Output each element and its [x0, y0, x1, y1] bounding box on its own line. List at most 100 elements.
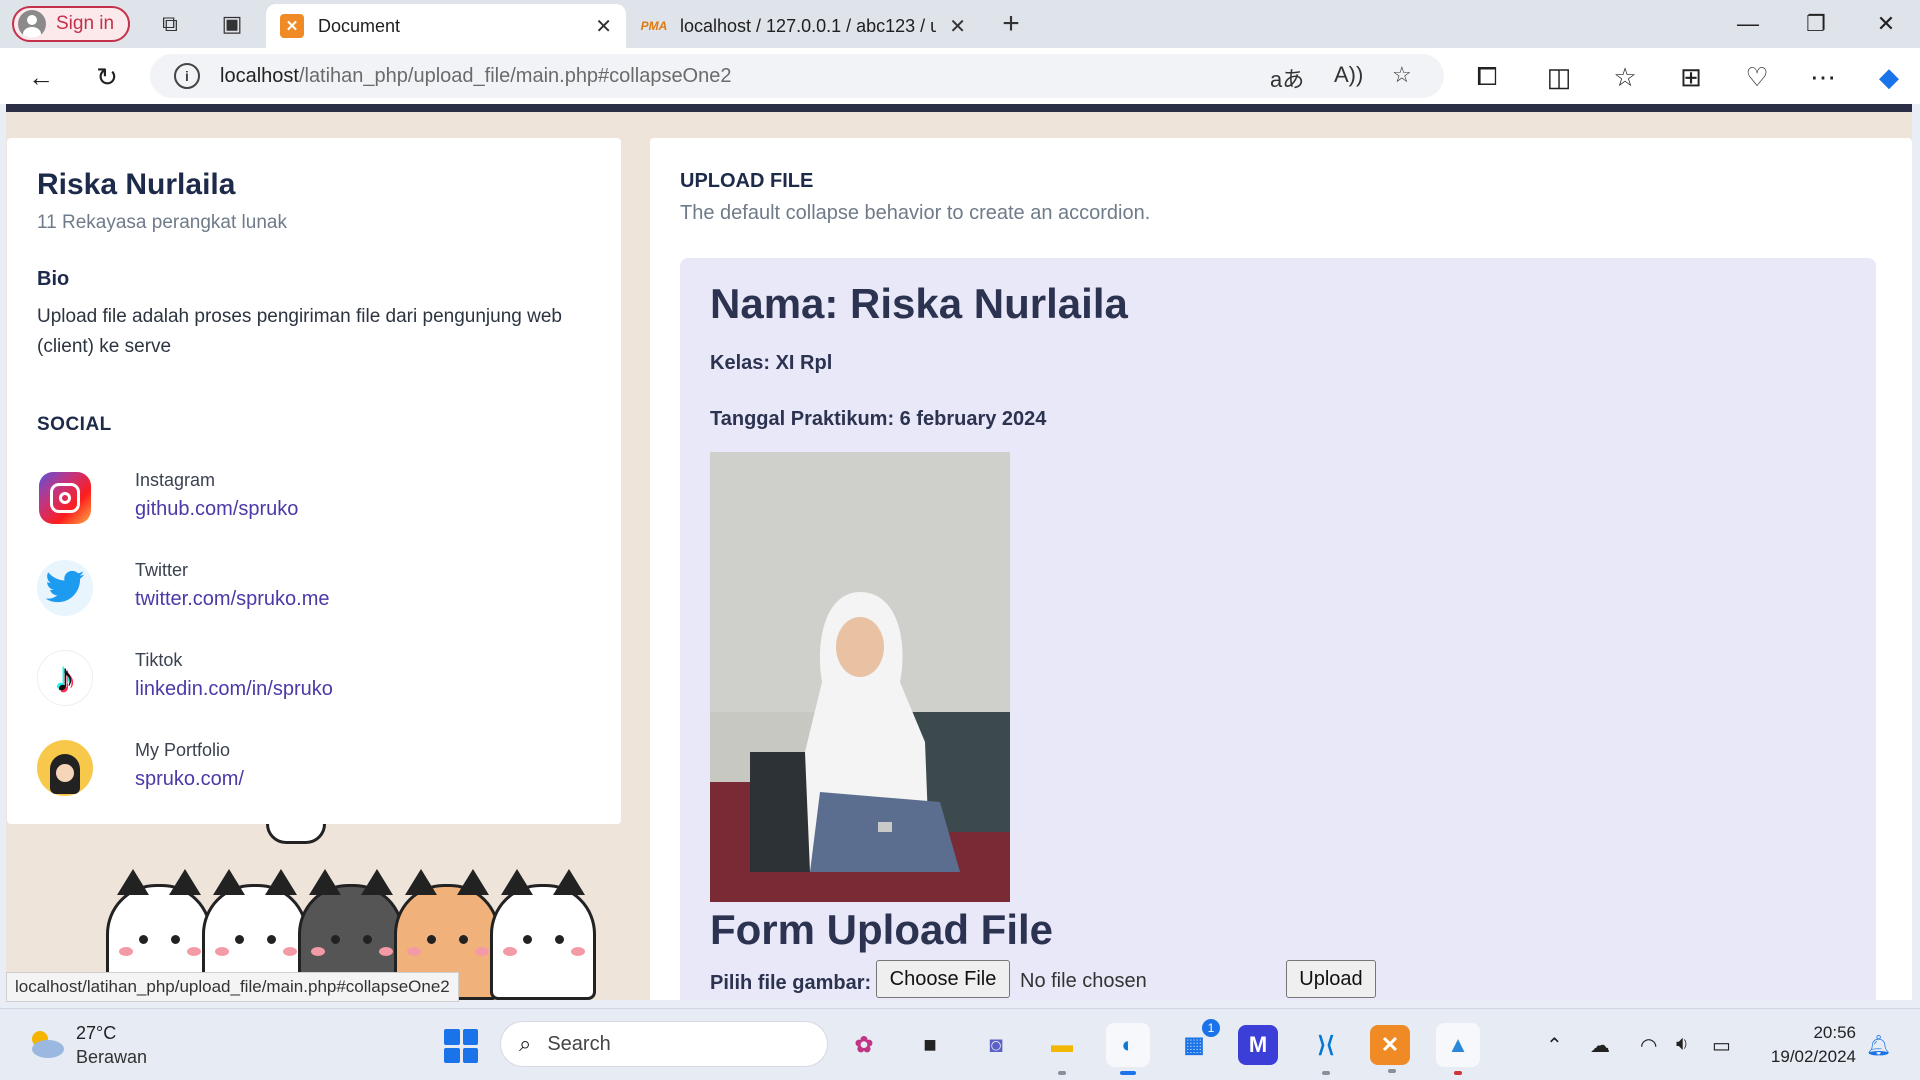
copilot-icon[interactable]: ◆: [1872, 60, 1906, 94]
windows-taskbar: 27°C Berawan ⌕ Search ✿ ■ ◙ ▬ ◐ ▦ 1 M ⟩⟨ …: [0, 1008, 1920, 1080]
notification-bell-icon[interactable]: 🔔︎: [1866, 1033, 1891, 1058]
minimize-icon[interactable]: —: [1718, 8, 1778, 40]
xampp-icon[interactable]: ✕: [1370, 1025, 1410, 1073]
wifi-icon[interactable]: ◠: [1640, 1033, 1657, 1058]
vscode-icon[interactable]: ⟩⟨: [1304, 1023, 1348, 1075]
terminal-icon[interactable]: ■: [908, 1023, 952, 1067]
restore-icon[interactable]: ❐: [1786, 8, 1846, 40]
temperature: 27°C: [76, 1023, 117, 1043]
social-link[interactable]: twitter.com/spruko.me: [135, 588, 330, 611]
section-heading: UPLOAD FILE: [680, 170, 814, 192]
file-explorer-icon[interactable]: ▬: [1040, 1023, 1084, 1075]
more-options-icon[interactable]: ⋯: [1806, 60, 1840, 94]
url-host: localhost: [220, 64, 299, 87]
social-link[interactable]: spruko.com/: [135, 768, 244, 791]
split-screen-icon[interactable]: ◫: [1542, 60, 1576, 94]
tab-phpmyadmin[interactable]: PMA localhost / 127.0.0.1 / abc123 / u ✕: [628, 4, 980, 48]
social-link[interactable]: linkedin.com/in/spruko: [135, 678, 333, 701]
social-item-portfolio: My Portfolio spruko.com/: [37, 740, 597, 802]
show-hidden-icons-icon[interactable]: ⌃: [1546, 1033, 1563, 1058]
store-badge: 1: [1202, 1019, 1220, 1037]
upload-button[interactable]: Upload: [1286, 960, 1376, 998]
page-top-border: [6, 104, 1912, 112]
social-label: Tiktok: [135, 650, 183, 670]
weather-condition: Berawan: [76, 1047, 148, 1067]
student-class: Kelas: XI Rpl: [710, 352, 833, 374]
section-description: The default collapse behavior to create …: [680, 202, 1151, 224]
taskbar-search[interactable]: ⌕ Search: [500, 1021, 828, 1067]
onedrive-icon[interactable]: ☁: [1590, 1033, 1610, 1058]
choose-file-button[interactable]: Choose File: [876, 960, 1010, 998]
bio-heading: Bio: [37, 268, 70, 290]
phpmyadmin-favicon-icon: PMA: [640, 19, 668, 33]
student-photo: [710, 452, 1010, 902]
edge-browser-icon[interactable]: ◐: [1106, 1023, 1150, 1075]
url-path: /latihan_php/upload_file/main.php#collap…: [298, 64, 732, 87]
sign-in-button[interactable]: Sign in: [12, 6, 130, 42]
twitter-icon: [37, 560, 93, 616]
start-icon[interactable]: [444, 1029, 478, 1063]
teams-chat-icon[interactable]: ◙: [974, 1023, 1018, 1067]
refresh-icon[interactable]: ↻: [90, 60, 124, 94]
new-tab-icon[interactable]: +: [997, 7, 1025, 40]
browser-tab-strip: Sign in ⧉ ▣ ✕ Document ✕ PMA localhost /…: [0, 0, 1920, 48]
social-label: My Portfolio: [135, 740, 231, 760]
upload-card: UPLOAD FILE The default collapse behavio…: [650, 138, 1912, 1000]
site-info-icon[interactable]: i: [174, 63, 200, 89]
browser-essentials-icon[interactable]: ♡: [1740, 60, 1774, 94]
profile-name: Riska Nurlaila: [37, 168, 236, 201]
back-icon[interactable]: ←: [24, 60, 58, 94]
accordion-panel: Nama: Riska Nurlaila Kelas: XI Rpl Tangg…: [680, 258, 1876, 1000]
social-label: Twitter: [135, 560, 189, 580]
cat-illustration: [490, 869, 596, 1000]
profile-card: Riska Nurlaila 11 Rekayasa perangkat lun…: [7, 138, 621, 824]
favorite-star-icon[interactable]: ☆: [1392, 62, 1412, 88]
social-item-twitter: Twitter twitter.com/spruko.me: [37, 560, 597, 622]
social-item-tiktok: ♪ Tiktok linkedin.com/in/spruko: [37, 650, 597, 712]
form-heading: Form Upload File: [710, 906, 1054, 953]
file-input-label: Pilih file gambar:: [710, 972, 872, 994]
avatar-icon: [37, 740, 93, 796]
search-label: Search: [547, 1032, 611, 1055]
tab-actions-icon[interactable]: ▣: [218, 10, 246, 38]
system-clock[interactable]: 20:56 19/02/2024: [1760, 1021, 1856, 1069]
xampp-favicon-icon: ✕: [280, 14, 304, 38]
no-file-chosen-text: No file chosen: [1020, 970, 1147, 992]
tiktok-icon: ♪: [37, 650, 93, 706]
browser-toolbar: ← ↻ i localhost/latihan_php/upload_file/…: [0, 48, 1920, 104]
close-window-icon[interactable]: ✕: [1856, 8, 1916, 40]
favorites-icon[interactable]: ☆: [1608, 60, 1642, 94]
clock-date: 19/02/2024: [1770, 1047, 1856, 1066]
link-status-bar: localhost/latihan_php/upload_file/main.p…: [6, 972, 459, 1002]
read-aloud-icon[interactable]: A)): [1334, 62, 1363, 88]
microsoft-store-icon[interactable]: ▦ 1: [1172, 1019, 1220, 1067]
collections-icon[interactable]: ⊞: [1674, 60, 1708, 94]
social-heading: SOCIAL: [37, 414, 112, 435]
tab-title: localhost / 127.0.0.1 / abc123 / u: [680, 15, 936, 36]
partly-cloudy-icon: [26, 1029, 66, 1059]
bio-text: Upload file adalah proses pengiriman fil…: [37, 306, 562, 357]
photos-app-icon[interactable]: ▲: [1436, 1023, 1480, 1075]
translate-icon[interactable]: aあ: [1270, 62, 1304, 94]
copilot-preview-icon[interactable]: ✿: [842, 1023, 886, 1067]
practicum-date: Tanggal Praktikum: 6 february 2024: [710, 408, 1047, 430]
social-label: Instagram: [135, 470, 216, 490]
profile-subtitle: 11 Rekayasa perangkat lunak: [37, 212, 287, 233]
battery-icon[interactable]: ▭: [1712, 1033, 1731, 1058]
web-page: Riska Nurlaila 11 Rekayasa perangkat lun…: [6, 104, 1912, 1000]
address-bar[interactable]: i localhost/latihan_php/upload_file/main…: [150, 54, 1444, 98]
clock-time: 20:56: [1813, 1023, 1856, 1042]
profile-avatar-icon: [18, 10, 46, 38]
tab-title: Document: [318, 15, 401, 36]
visual-studio-icon[interactable]: M: [1238, 1025, 1278, 1065]
close-tab-icon[interactable]: ✕: [595, 14, 612, 39]
url-text: localhost/latihan_php/upload_file/main.p…: [220, 65, 732, 88]
instagram-icon: [39, 472, 91, 524]
student-name: Nama: Riska Nurlaila: [710, 280, 1128, 327]
tab-document[interactable]: ✕ Document ✕: [266, 4, 626, 48]
extensions-icon[interactable]: ⧠: [1470, 60, 1504, 94]
volume-icon[interactable]: 🔉︎: [1676, 1033, 1689, 1056]
close-tab-icon[interactable]: ✕: [949, 14, 966, 39]
workspaces-icon[interactable]: ⧉: [156, 10, 184, 38]
social-link[interactable]: github.com/spruko: [135, 498, 298, 521]
